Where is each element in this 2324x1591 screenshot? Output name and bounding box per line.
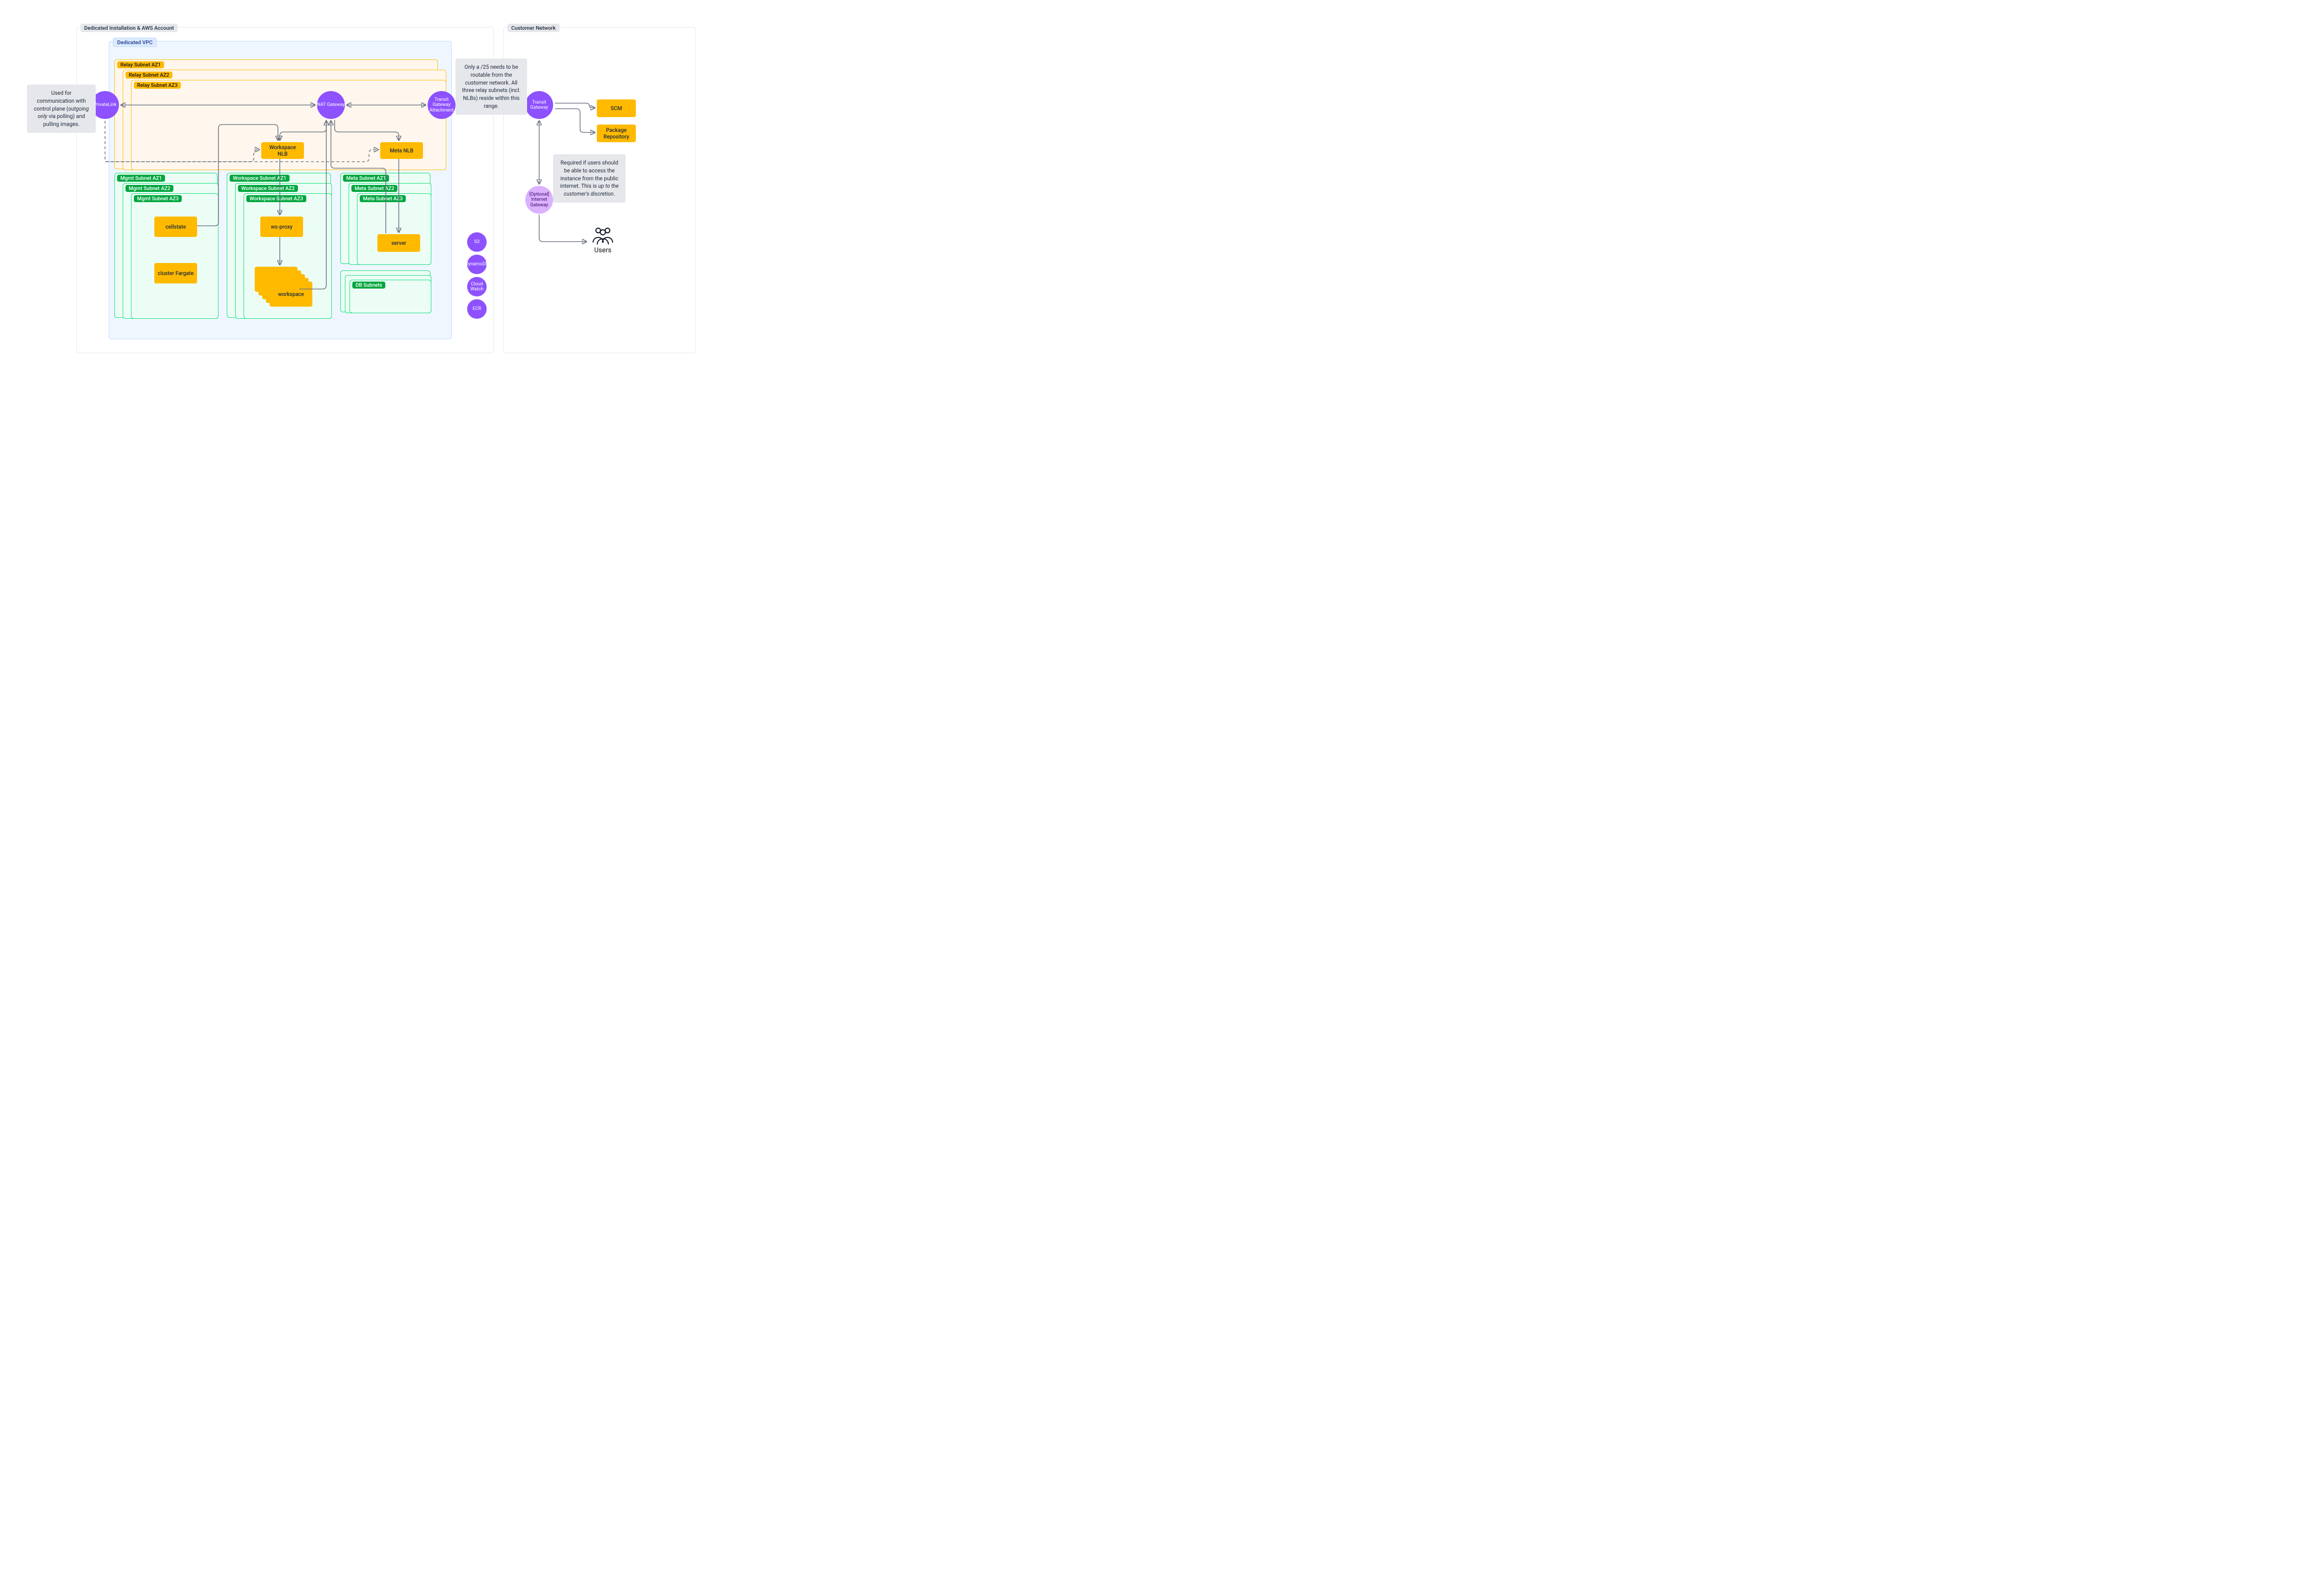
cellstate: cellstate	[154, 217, 197, 237]
cluster-fargate: cluster Fargate	[154, 263, 197, 283]
mgmt-subnets: Mgmt Subnet AZ1 Mgmt Subnet AZ2 Mgmt Sub…	[114, 173, 218, 318]
internet-gateway-icon: [Optional] Internet Gateway	[525, 186, 553, 214]
note-privatelink: Used for communication with control plan…	[27, 85, 96, 133]
meta-nlb: Meta NLB	[380, 142, 423, 159]
package-repository: Package Repository	[597, 125, 636, 142]
transit-gateway-attachment-icon: Transit Gateway Attachment	[428, 91, 456, 119]
vpc-label: Dedicated VPC	[113, 38, 157, 47]
workspace-nlb: Workspace NLB	[261, 142, 304, 159]
note-igw: Required if users should be able to acce…	[553, 154, 626, 203]
workspace-node: workspace	[255, 267, 297, 292]
users-icon: Users	[590, 226, 615, 254]
s3-icon: S3	[467, 232, 487, 252]
scm: SCM	[597, 99, 636, 117]
install-account-label: Dedicated Installation & AWS Account	[80, 24, 178, 32]
dynamodb-icon: DynamoDB	[467, 255, 487, 274]
transit-gateway-icon: Transit Gateway	[525, 91, 553, 119]
cloudwatch-icon: Cloud Watch	[467, 277, 487, 296]
server: server	[377, 234, 420, 252]
ecr-icon: ECR	[467, 299, 487, 319]
note-routable: Only a /25 needs to be routable from the…	[456, 59, 527, 115]
customer-network-label: Customer Network	[508, 24, 560, 32]
architecture-diagram: Dedicated Installation & AWS Account Ded…	[0, 0, 725, 398]
ws-proxy: ws-proxy	[260, 217, 303, 237]
nat-gateway-icon: NAT Gateway	[317, 91, 345, 119]
db-subnets: DB Subnets	[340, 270, 430, 312]
